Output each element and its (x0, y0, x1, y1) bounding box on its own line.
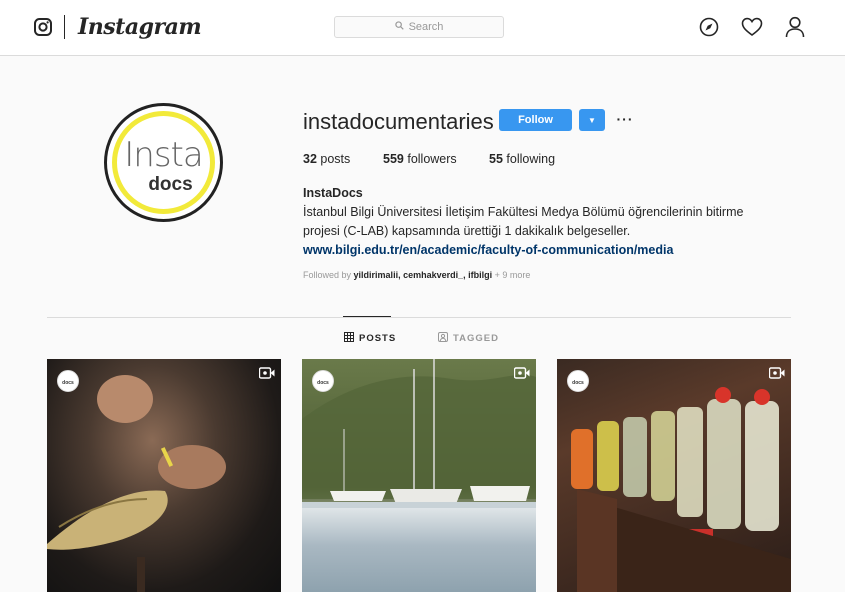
chevron-down-icon: ▼ (588, 115, 596, 125)
search-icon (394, 21, 404, 33)
follow-button[interactable]: Follow (499, 109, 572, 131)
active-tab-indicator (343, 316, 391, 317)
posts-count: 32 (303, 152, 317, 166)
tab-posts[interactable]: POSTS (344, 332, 396, 345)
search-placeholder: Search (408, 21, 444, 33)
video-icon (768, 366, 785, 379)
followers-count: 559 (383, 152, 404, 166)
avatar-logo-top: Insta (124, 135, 203, 175)
suggested-dropdown-button[interactable]: ▼ (579, 109, 605, 131)
post-image-bottles (571, 387, 791, 592)
post-thumbnail[interactable]: docs (302, 359, 536, 592)
top-navigation-bar: Instagram Search (0, 0, 845, 56)
tagged-icon (438, 332, 448, 345)
post-thumbnail[interactable]: docs (557, 359, 791, 592)
post-channel-badge: docs (312, 370, 334, 392)
heart-icon[interactable] (741, 16, 763, 38)
instagram-wordmark[interactable]: Instagram (78, 12, 202, 42)
following-label: following (506, 152, 556, 166)
profile-icon[interactable] (784, 16, 806, 38)
post-image-shoemaker (47, 375, 226, 592)
followed-by-names: yildirimalii, cemhakverdi_, ifbilgi (353, 270, 493, 280)
followed-by[interactable]: Followed by yildirimalii, cemhakverdi_, … (303, 270, 530, 280)
posts-stat: 32 posts (303, 152, 350, 166)
profile-bio: InstaDocs İstanbul Bilgi Üniversitesi İl… (303, 184, 773, 260)
avatar-logo-bottom: docs (148, 174, 193, 195)
following-count: 55 (489, 152, 503, 166)
tab-posts-label: POSTS (359, 333, 397, 344)
instagram-icon[interactable] (34, 18, 52, 36)
post-channel-badge: docs (57, 370, 79, 392)
post-channel-badge: docs (567, 370, 589, 392)
tab-tagged[interactable]: TAGGED (438, 332, 499, 345)
post-thumbnail[interactable]: docs (47, 359, 281, 592)
profile-avatar[interactable]: Insta docs (104, 103, 223, 222)
avatar-ring: Insta docs (112, 111, 215, 214)
followed-by-prefix: Followed by (303, 270, 352, 280)
post-image-sailboats (302, 359, 536, 508)
bio-text: İstanbul Bilgi Üniversitesi İletişim Fak… (303, 205, 744, 238)
video-icon (513, 366, 530, 379)
search-input[interactable]: Search (334, 16, 504, 38)
video-icon (258, 366, 275, 379)
more-options-button[interactable]: ··· (615, 109, 635, 129)
tab-tagged-label: TAGGED (453, 333, 499, 344)
posts-label: posts (320, 152, 351, 166)
grid-icon (344, 332, 354, 345)
followers-stat[interactable]: 559 followers (383, 152, 457, 166)
followers-label: followers (407, 152, 457, 166)
bio-display-name: InstaDocs (303, 186, 363, 200)
followed-by-more: + 9 more (494, 270, 531, 280)
bio-website-link[interactable]: www.bilgi.edu.tr/en/academic/faculty-of-… (303, 243, 673, 257)
following-stat[interactable]: 55 following (489, 152, 555, 166)
nav-divider (64, 15, 65, 39)
tabs-divider (47, 317, 791, 318)
explore-compass-icon[interactable] (698, 16, 720, 38)
profile-username: instadocumentaries (303, 109, 494, 134)
